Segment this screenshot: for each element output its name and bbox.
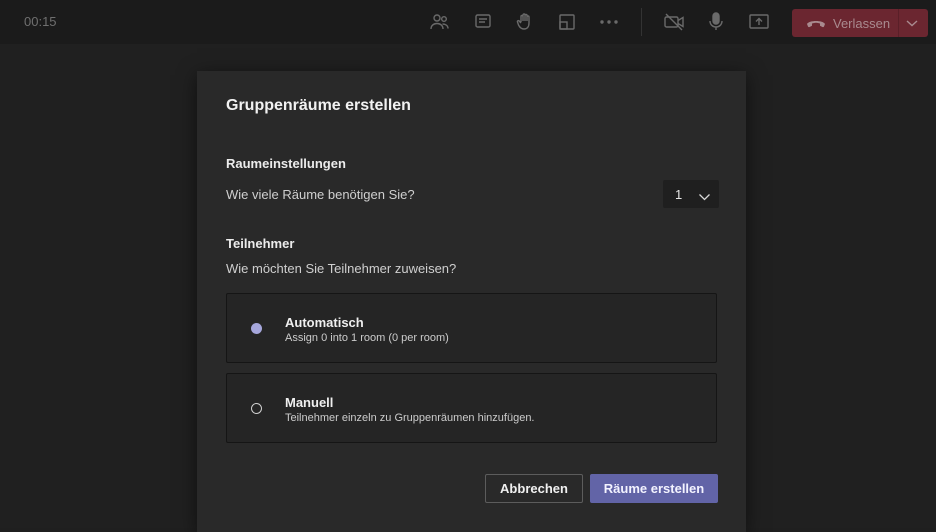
more-options-icon[interactable]: [597, 10, 621, 34]
option-automatic[interactable]: Automatisch Assign 0 into 1 room (0 per …: [226, 293, 717, 363]
microphone-icon[interactable]: [704, 10, 728, 34]
cancel-button[interactable]: Abbrechen: [485, 474, 583, 503]
option-title: Manuell: [285, 395, 334, 410]
option-subtitle: Assign 0 into 1 room (0 per room): [285, 332, 449, 344]
participants-heading: Teilnehmer: [226, 236, 295, 251]
leave-button[interactable]: Verlassen: [792, 9, 928, 37]
option-title: Automatisch: [285, 315, 364, 330]
room-count-value: 1: [675, 187, 683, 202]
option-manual[interactable]: Manuell Teilnehmer einzeln zu Gruppenräu…: [226, 373, 717, 443]
room-count-question: Wie viele Räume benötigen Sie?: [226, 187, 415, 202]
meeting-toolbar: 00:15 Verlassen: [0, 0, 936, 44]
leave-button-label: Verlassen: [833, 16, 891, 31]
create-rooms-button[interactable]: Räume erstellen: [590, 474, 718, 503]
meeting-stage: Gruppenräume erstellen Raumeinstellungen…: [0, 44, 936, 532]
radio-automatic-selected[interactable]: [251, 323, 262, 334]
hang-up-icon: [806, 15, 826, 31]
breakout-rooms-icon[interactable]: [555, 10, 579, 34]
leave-button-separator: [898, 9, 899, 37]
create-breakout-rooms-dialog: Gruppenräume erstellen Raumeinstellungen…: [197, 71, 746, 532]
share-screen-icon[interactable]: [747, 10, 771, 34]
participants-icon[interactable]: [428, 10, 452, 34]
chevron-down-icon[interactable]: [905, 17, 919, 29]
chat-icon[interactable]: [471, 10, 495, 34]
option-subtitle: Teilnehmer einzeln zu Gruppenräumen hinz…: [285, 412, 535, 424]
dialog-title: Gruppenräume erstellen: [226, 97, 411, 114]
toolbar-divider: [641, 8, 642, 36]
raise-hand-icon[interactable]: [513, 10, 537, 34]
camera-off-icon[interactable]: [662, 10, 686, 34]
chevron-down-icon: [698, 189, 711, 201]
room-count-dropdown[interactable]: 1: [663, 180, 719, 208]
room-settings-heading: Raumeinstellungen: [226, 156, 346, 171]
meeting-timer: 00:15: [24, 14, 57, 29]
radio-manual[interactable]: [251, 403, 262, 414]
assign-question: Wie möchten Sie Teilnehmer zuweisen?: [226, 261, 457, 276]
